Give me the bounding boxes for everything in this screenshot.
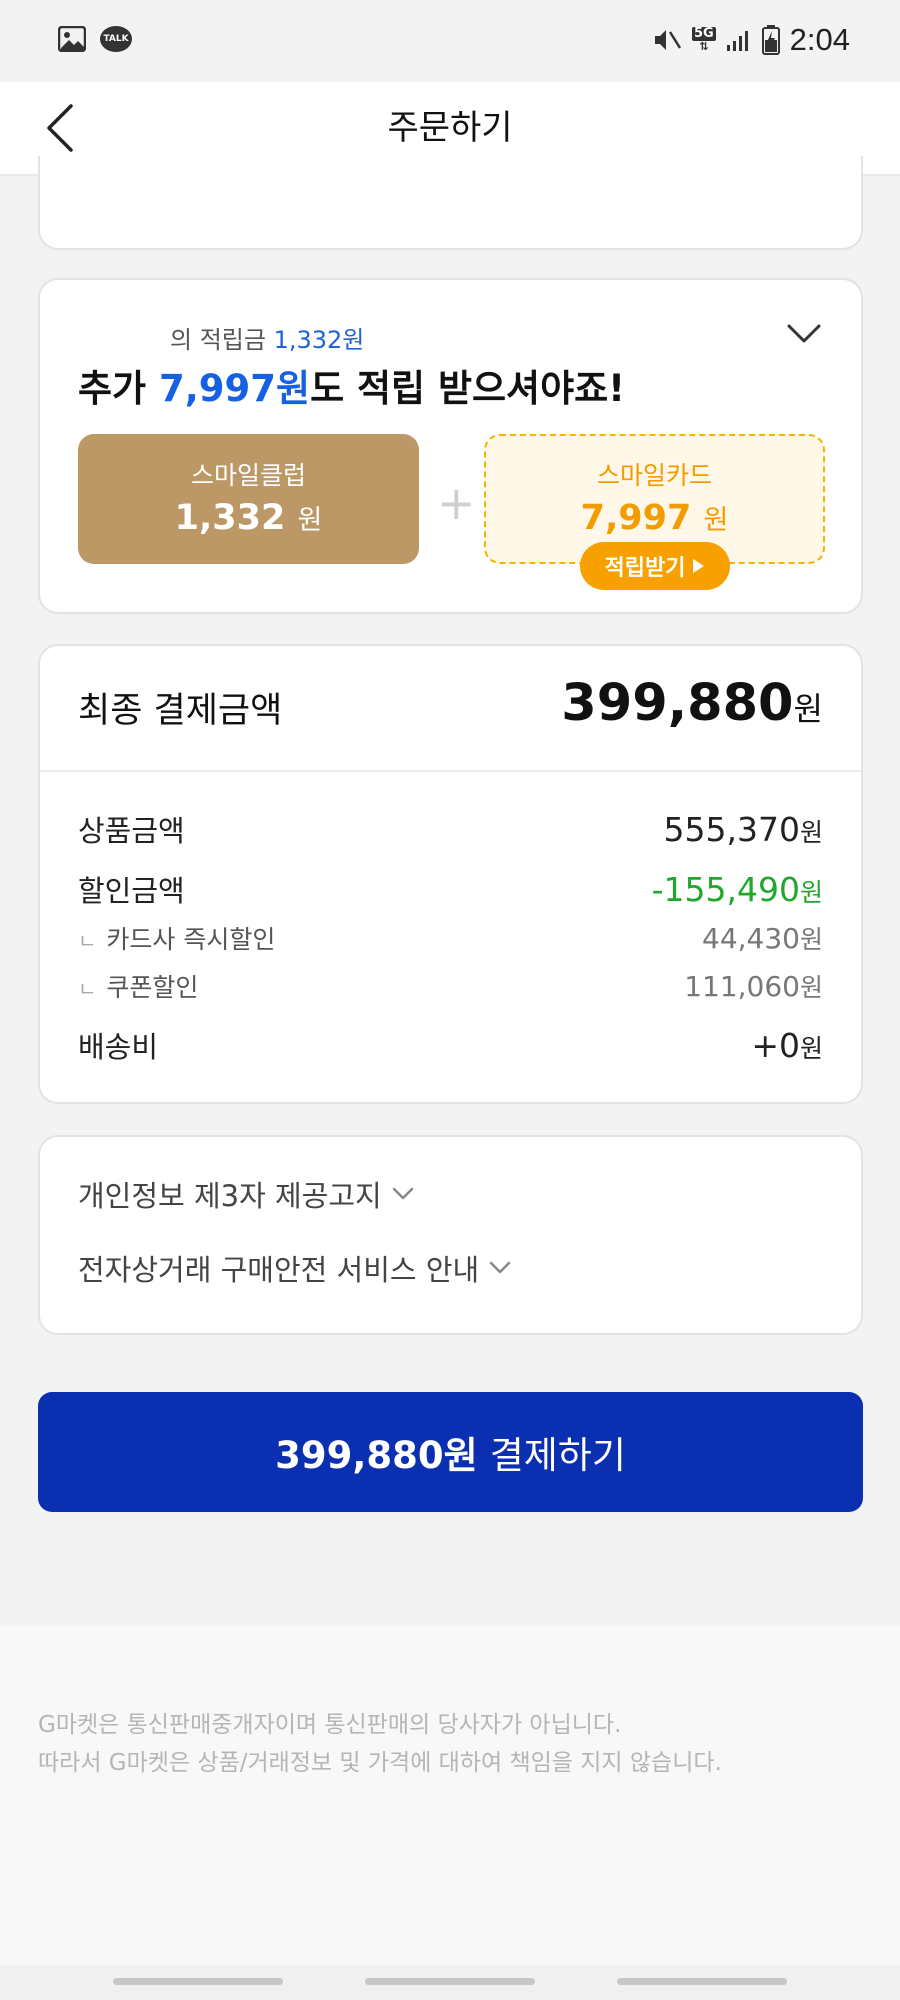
shipping-fee-value: +0: [751, 1026, 800, 1065]
reward-headline-prefix: 추가: [78, 367, 147, 410]
smile-club-amount: 1,332 원: [78, 498, 419, 538]
smile-card-amount: 7,997 원: [486, 498, 823, 538]
currency-unit: 원: [297, 505, 323, 536]
coupon-discount-label: 쿠폰할인: [106, 973, 199, 1002]
currency-unit: 원: [799, 878, 823, 907]
chevron-down-icon: [489, 1261, 511, 1274]
currency-unit: 원: [799, 818, 823, 847]
previous-section-card: [38, 156, 863, 250]
footer-disclaimer-line1: G마켓은 통신판매중개자이며 통신판매의 당사자가 아닙니다.: [38, 1712, 622, 1738]
smile-club-value: 1,332: [174, 498, 286, 538]
reward-summary-label: 의 적립금: [170, 326, 266, 354]
sub-item-mark: ㄴ: [78, 929, 97, 953]
smile-card-value: 7,997: [580, 498, 692, 538]
safe-purchase-notice-toggle[interactable]: 전자상거래 구매안전 서비스 안내: [78, 1247, 511, 1289]
summary-divider: [40, 770, 861, 772]
status-bar: TALK 5G ⇅ 2:04: [0, 0, 900, 82]
pay-button-amount: 399,880원: [275, 1434, 478, 1477]
currency-unit: 원: [799, 1034, 823, 1063]
sub-item-mark: ㄴ: [78, 977, 97, 1001]
play-arrow-icon: [693, 559, 705, 573]
smile-club-box: 스마일클럽 1,332 원: [78, 434, 419, 564]
product-amount-row: 상품금액 555,370원: [78, 808, 823, 850]
row-value: +0원: [751, 1026, 823, 1065]
reward-headline: 추가 7,997원도 적립 받으셔야죠!: [78, 358, 625, 412]
final-amount-label: 최종 결제금액: [78, 691, 283, 731]
signal-icon: [726, 31, 748, 51]
reward-card: 의 적립금 1,332원 추가 7,997원도 적립 받으셔야죠! 스마일클럽 …: [38, 278, 863, 614]
safe-purchase-notice-label: 전자상거래 구매안전 서비스 안내: [78, 1253, 480, 1287]
currency-unit: 원: [793, 690, 823, 728]
footer-disclaimer-line2: 따라서 G마켓은 상품/거래정보 및 가격에 대하여 책임을 지지 않습니다.: [38, 1750, 722, 1776]
gallery-icon: [58, 26, 86, 52]
chevron-down-icon: [392, 1187, 413, 1200]
status-right: 5G ⇅ 2:04: [652, 22, 850, 58]
currency-unit: 원: [703, 505, 729, 536]
page-title: 주문하기: [387, 108, 513, 148]
reward-summary: 의 적립금 1,332원: [170, 320, 364, 355]
discount-amount-value: -155,490: [651, 870, 800, 909]
plus-icon: +: [437, 476, 476, 530]
reward-expand-button[interactable]: [787, 324, 821, 348]
pay-button-label: 결제하기: [489, 1434, 626, 1477]
nav-recent-apps[interactable]: [113, 1978, 283, 1985]
final-amount: 399,880원: [561, 674, 823, 733]
row-label: 할인금액: [78, 874, 185, 908]
row-value: 44,430원: [702, 920, 823, 956]
reward-summary-amount: 1,332원: [273, 326, 365, 354]
currency-unit: 원: [799, 973, 823, 1002]
get-reward-button[interactable]: 적립받기: [580, 542, 730, 590]
currency-unit: 원: [799, 925, 823, 954]
coupon-discount-row: ㄴ 쿠폰할인 111,060원: [78, 968, 823, 1004]
coupon-discount-value: 111,060: [684, 970, 800, 1003]
row-value: -155,490원: [652, 870, 823, 909]
clock: 2:04: [789, 22, 850, 57]
row-label: 상품금액: [78, 814, 185, 848]
row-label: 배송비: [78, 1030, 159, 1064]
mute-vibrate-icon: [654, 30, 681, 50]
row-label: ㄴ 카드사 즉시할인: [78, 920, 275, 956]
row-value: 111,060원: [684, 968, 823, 1004]
status-left: TALK: [58, 26, 132, 52]
smile-club-label: 스마일클럽: [190, 461, 306, 490]
final-amount-value: 399,880: [561, 674, 794, 733]
discount-amount-row: 할인금액 -155,490원: [78, 868, 823, 910]
nav-home[interactable]: [365, 1978, 535, 1985]
card-discount-label: 카드사 즉시할인: [106, 925, 276, 954]
nav-back[interactable]: [617, 1978, 787, 1985]
row-label: ㄴ 쿠폰할인: [78, 968, 198, 1004]
privacy-notice-label: 개인정보 제3자 제공고지: [78, 1179, 382, 1213]
system-nav-bar: [0, 1965, 900, 2000]
card-discount-value: 44,430: [702, 922, 800, 955]
smile-card-label: 스마일카드: [596, 461, 712, 490]
product-amount-value: 555,370: [663, 810, 800, 849]
shipping-fee-row: 배송비 +0원: [78, 1024, 823, 1066]
payment-summary-card: 최종 결제금액 399,880원 상품금액 555,370원 할인금액 -155…: [38, 644, 863, 1104]
footer: G마켓은 통신판매중개자이며 통신판매의 당사자가 아닙니다. 따라서 G마켓은…: [0, 1625, 900, 1965]
talk-icon: TALK: [100, 26, 132, 52]
reward-headline-amount: 7,997원: [158, 367, 311, 410]
battery-charging-icon: [761, 25, 780, 55]
chevron-down-icon: [787, 324, 821, 343]
reward-headline-suffix: 도 적립 받으셔야죠!: [310, 367, 626, 410]
5g-icon: 5G ⇅: [691, 26, 716, 53]
privacy-notice-toggle[interactable]: 개인정보 제3자 제공고지: [78, 1173, 414, 1215]
row-value: 555,370원: [664, 810, 823, 849]
notice-card: 개인정보 제3자 제공고지 전자상거래 구매안전 서비스 안내: [38, 1135, 863, 1335]
pay-button[interactable]: 399,880원 결제하기: [38, 1392, 863, 1512]
get-reward-label: 적립받기: [604, 556, 686, 581]
network-label: 5G: [691, 26, 716, 41]
card-discount-row: ㄴ 카드사 즉시할인 44,430원: [78, 920, 823, 956]
